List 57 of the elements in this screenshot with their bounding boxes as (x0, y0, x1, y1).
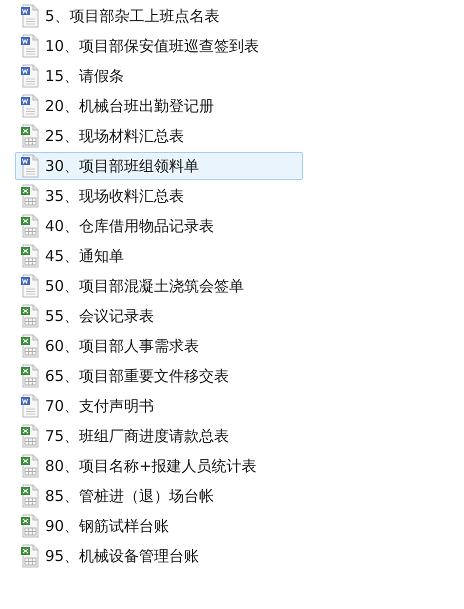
document-icon (20, 274, 40, 298)
spreadsheet-icon (20, 454, 40, 478)
spreadsheet-icon (20, 184, 40, 208)
file-item[interactable]: 60、项目部人事需求表 (15, 332, 303, 360)
file-name: 40、仓库借用物品记录表 (45, 216, 214, 237)
file-name: 50、项目部混凝土浇筑会签单 (45, 276, 244, 297)
spreadsheet-icon (20, 484, 40, 508)
file-item[interactable]: 25、现场材料汇总表 (15, 122, 303, 150)
spreadsheet-icon (20, 214, 40, 238)
file-item[interactable]: 30、项目部班组领料单 (15, 152, 303, 180)
file-name: 60、项目部人事需求表 (45, 336, 200, 357)
file-name: 15、请假条 (45, 66, 124, 87)
file-item[interactable]: 40、仓库借用物品记录表 (15, 212, 303, 240)
file-item[interactable]: 95、机械设备管理台账 (15, 542, 303, 570)
document-icon (20, 94, 40, 118)
spreadsheet-icon (20, 304, 40, 328)
file-item[interactable]: 65、项目部重要文件移交表 (15, 362, 303, 390)
file-name: 20、机械台班出勤登记册 (45, 96, 214, 117)
file-item[interactable]: 20、机械台班出勤登记册 (15, 92, 303, 120)
file-name: 80、项目名称+报建人员统计表 (45, 456, 257, 477)
document-icon (20, 64, 40, 88)
spreadsheet-icon (20, 424, 40, 448)
file-name: 65、项目部重要文件移交表 (45, 366, 230, 387)
spreadsheet-icon (20, 544, 40, 568)
file-item[interactable]: 80、项目名称+报建人员统计表 (15, 452, 303, 480)
file-item[interactable]: 10、项目部保安值班巡查签到表 (15, 32, 303, 60)
file-item[interactable]: 15、请假条 (15, 62, 303, 90)
file-name: 70、支付声明书 (45, 396, 154, 417)
file-item[interactable]: 5、项目部杂工上班点名表 (15, 2, 303, 30)
file-name: 95、机械设备管理台账 (45, 546, 200, 567)
file-item[interactable]: 35、现场收料汇总表 (15, 182, 303, 210)
spreadsheet-icon (20, 244, 40, 268)
file-item[interactable]: 75、班组厂商进度请款总表 (15, 422, 303, 450)
file-item[interactable]: 45、通知单 (15, 242, 303, 270)
file-name: 45、通知单 (45, 246, 124, 267)
file-name: 30、项目部班组领料单 (45, 156, 200, 177)
file-item[interactable]: 70、支付声明书 (15, 392, 303, 420)
file-name: 55、会议记录表 (45, 306, 154, 327)
file-name: 90、钢筋试样台账 (45, 516, 170, 537)
file-name: 75、班组厂商进度请款总表 (45, 426, 230, 447)
spreadsheet-icon (20, 514, 40, 538)
document-icon (20, 34, 40, 58)
document-icon (20, 154, 40, 178)
file-name: 85、管桩进（退）场台帐 (45, 486, 214, 507)
spreadsheet-icon (20, 364, 40, 388)
spreadsheet-icon (20, 334, 40, 358)
file-item[interactable]: 55、会议记录表 (15, 302, 303, 330)
file-name: 10、项目部保安值班巡查签到表 (45, 36, 260, 57)
document-icon (20, 4, 40, 28)
spreadsheet-icon (20, 124, 40, 148)
file-name: 25、现场材料汇总表 (45, 126, 184, 147)
file-item[interactable]: 85、管桩进（退）场台帐 (15, 482, 303, 510)
file-name: 35、现场收料汇总表 (45, 186, 184, 207)
file-name: 5、项目部杂工上班点名表 (45, 6, 220, 27)
file-item[interactable]: 90、钢筋试样台账 (15, 512, 303, 540)
file-item[interactable]: 50、项目部混凝土浇筑会签单 (15, 272, 303, 300)
document-icon (20, 394, 40, 418)
